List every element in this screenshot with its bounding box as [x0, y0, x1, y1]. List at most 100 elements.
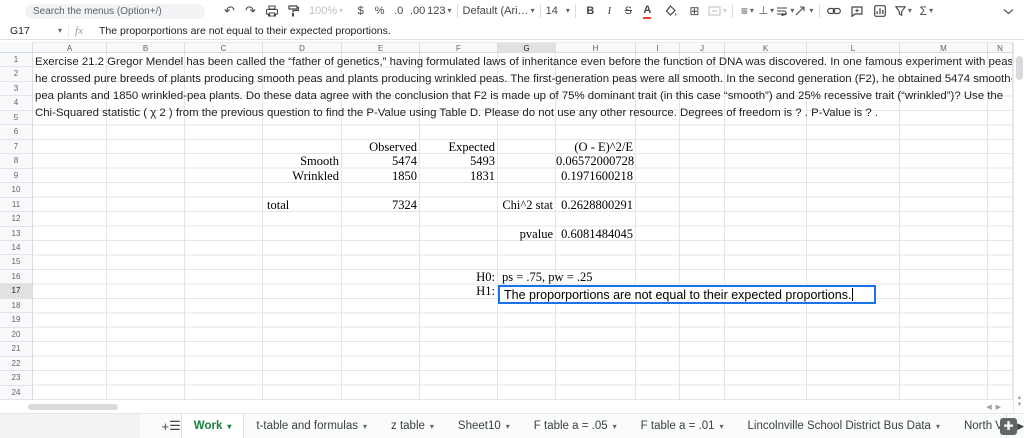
column-header-I[interactable]: I	[636, 42, 680, 53]
functions-icon[interactable]: Σ ▾	[917, 2, 936, 20]
chevron-down-icon[interactable]: ▾	[720, 422, 724, 431]
column-header-C[interactable]: C	[185, 42, 263, 53]
redo-icon[interactable]: ↷	[241, 2, 260, 20]
cell-G11[interactable]: Chi^2 stat	[498, 198, 556, 212]
all-sheets-menu-icon[interactable]: ☰	[169, 414, 181, 438]
increase-decimals-button[interactable]: .00	[408, 2, 427, 20]
row-header-19[interactable]: 19	[0, 313, 33, 328]
row-header-23[interactable]: 23	[0, 371, 33, 386]
horizontal-scrollbar-thumb[interactable]	[28, 404, 118, 410]
cell-H7[interactable]: (O - E)^2/E	[556, 140, 636, 154]
explore-button[interactable]: ✚	[1000, 418, 1017, 435]
cell-E11[interactable]: 7324	[342, 198, 420, 212]
sheet-tab-sheet10[interactable]: Sheet10 ▾	[446, 414, 522, 438]
chevron-down-icon[interactable]: ▾	[430, 422, 434, 431]
column-header-F[interactable]: F	[420, 42, 498, 53]
text-color-button[interactable]: A	[638, 2, 657, 20]
column-header-H[interactable]: H	[556, 42, 636, 53]
sheet-tab-north-v[interactable]: North V	[952, 414, 1002, 438]
row-header-22[interactable]: 22	[0, 356, 33, 372]
row-header-14[interactable]: 14	[0, 240, 33, 256]
vertical-scrollbar[interactable]: ▲ ▼	[1013, 42, 1024, 413]
chevron-down-icon[interactable]: ▾	[613, 422, 617, 431]
sheet-tab-f-table-a-05[interactable]: F table a = .05 ▾	[522, 414, 629, 438]
merge-cells-icon[interactable]: ▾	[708, 2, 727, 20]
row-header-18[interactable]: 18	[0, 298, 33, 314]
row-header-10[interactable]: 10	[0, 183, 33, 198]
cell-D9[interactable]: Wrinkled	[263, 169, 342, 183]
row-header-11[interactable]: 11	[0, 197, 33, 213]
cell-F16[interactable]: H0:	[420, 270, 498, 284]
font-family-select[interactable]: Default (Ari… ▾	[463, 2, 535, 20]
vertical-align-icon[interactable]: ⊥ ▾	[757, 2, 776, 20]
row-header-16[interactable]: 16	[0, 269, 33, 285]
insert-link-icon[interactable]	[825, 2, 844, 20]
active-cell-editor[interactable]: The proporportions are not equal to thei…	[498, 285, 876, 305]
row-header-17[interactable]: 17	[0, 284, 33, 299]
menu-search-input[interactable]: Search the menus (Option+/)	[25, 3, 205, 19]
row-header-13[interactable]: 13	[0, 226, 33, 241]
chevron-down-icon[interactable]: ▾	[58, 26, 62, 35]
column-header-D[interactable]: D	[263, 42, 342, 53]
cell-H11[interactable]: 0.2628800291	[556, 198, 636, 212]
formula-input[interactable]: The proporportions are not equal to thei…	[93, 25, 391, 37]
format-percent-button[interactable]: %	[370, 2, 389, 20]
cell-F9[interactable]: 1831	[420, 169, 498, 183]
chevron-down-icon[interactable]: ▾	[936, 422, 940, 431]
cell-H9[interactable]: 0.1971600218	[556, 169, 636, 183]
cell-F8[interactable]: 5493	[420, 154, 498, 168]
row-header-20[interactable]: 20	[0, 327, 33, 343]
cell-H8[interactable]: 0.06572000728	[556, 154, 636, 168]
column-header-A[interactable]: A	[33, 42, 107, 53]
chevron-down-icon[interactable]: ▾	[363, 422, 367, 431]
name-box[interactable]: G17	[0, 25, 58, 37]
sheet-tab-lincolnville-school-district-bus-data[interactable]: Lincolnville School District Bus Data ▾	[736, 414, 952, 438]
format-currency-button[interactable]: $	[351, 2, 370, 20]
text-rotation-icon[interactable]: ▾	[795, 2, 814, 20]
cell-G16[interactable]: ps = .75, pw = .25	[498, 270, 593, 284]
row-header-8[interactable]: 8	[0, 154, 33, 169]
sheet-tab-t-table-and-formulas[interactable]: t-table and formulas ▾	[244, 414, 379, 438]
cell-F17[interactable]: H1:	[420, 284, 498, 298]
column-header-G[interactable]: G	[498, 42, 556, 53]
text-wrap-icon[interactable]: ▾	[776, 2, 795, 20]
print-icon[interactable]	[262, 2, 281, 20]
row-header-12[interactable]: 12	[0, 212, 33, 227]
chevron-down-icon[interactable]: ▾	[227, 422, 231, 431]
horizontal-scrollbar[interactable]: ◀▶	[0, 401, 1013, 413]
vertical-scroll-arrows-icon[interactable]: ▲ ▼	[1016, 395, 1023, 409]
row-header-5[interactable]: 5	[0, 110, 33, 126]
sheet-tab-z-table[interactable]: z table ▾	[379, 414, 446, 438]
add-sheet-button[interactable]: +	[162, 414, 170, 438]
bold-button[interactable]: B	[581, 2, 600, 20]
row-header-3[interactable]: 3	[0, 81, 33, 97]
cell-E9[interactable]: 1850	[342, 169, 420, 183]
paint-format-icon[interactable]	[283, 2, 302, 20]
column-header-L[interactable]: L	[807, 42, 900, 53]
row-header-4[interactable]: 4	[0, 96, 33, 111]
row-header-1[interactable]: 1	[0, 53, 33, 68]
row-header-2[interactable]: 2	[0, 67, 33, 82]
column-header-N[interactable]: N	[988, 42, 1013, 53]
cell-G13[interactable]: pvalue	[498, 227, 556, 241]
cell-E7[interactable]: Observed	[342, 140, 420, 154]
column-header-E[interactable]: E	[342, 42, 420, 53]
cell-H13[interactable]: 0.6081484045	[556, 227, 636, 241]
row-header-15[interactable]: 15	[0, 255, 33, 270]
exercise-text[interactable]: Exercise 21.2 Gregor Mendel has been cal…	[35, 54, 1012, 122]
hide-menus-chevron-icon[interactable]	[1003, 8, 1014, 15]
more-formats-button[interactable]: 123 ▾	[427, 2, 451, 20]
vertical-scrollbar-thumb[interactable]	[1016, 56, 1023, 80]
row-header-21[interactable]: 21	[0, 342, 33, 357]
scroll-tabs-right-icon[interactable]: ▶	[1017, 414, 1024, 438]
sheet-tab-work[interactable]: Work ▾	[180, 414, 245, 438]
insert-chart-icon[interactable]	[871, 2, 890, 20]
column-header-K[interactable]: K	[725, 42, 807, 53]
select-all-corner[interactable]	[0, 42, 33, 53]
insert-comment-icon[interactable]	[848, 2, 867, 20]
column-header-M[interactable]: M	[900, 42, 988, 53]
column-header-B[interactable]: B	[107, 42, 185, 53]
decrease-decimals-button[interactable]: .0	[389, 2, 408, 20]
italic-button[interactable]: I	[600, 2, 619, 20]
horizontal-align-icon[interactable]: ≡ ▾	[738, 2, 757, 20]
